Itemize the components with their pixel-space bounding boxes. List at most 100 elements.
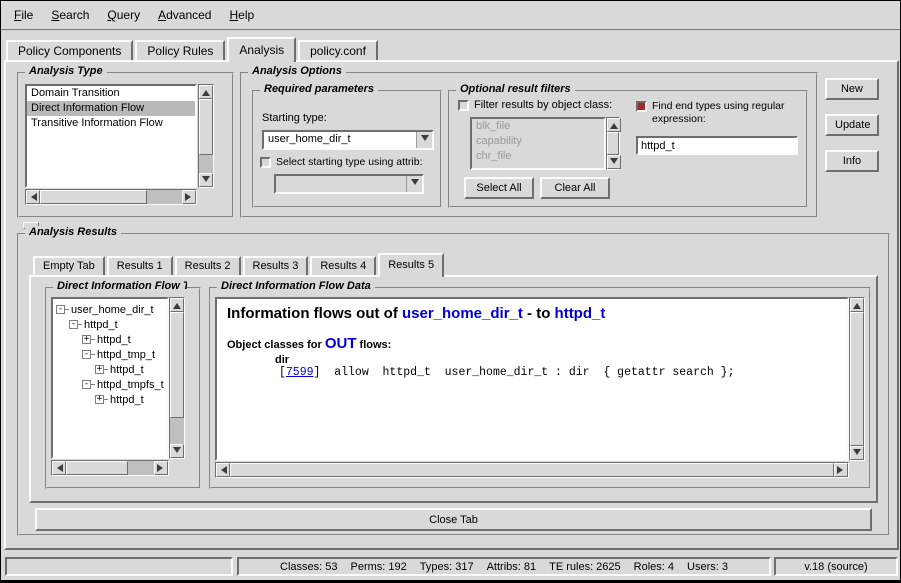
flow-data-text[interactable]: Information flows out of user_home_dir_t… <box>215 297 849 461</box>
flow-data-vscrollbar[interactable] <box>849 297 865 461</box>
tree-node-httpd-t[interactable]: + httpd_t <box>56 362 167 377</box>
status-stat: TE rules: 2625 <box>549 561 621 573</box>
object-class-vscrollbar[interactable] <box>606 117 620 170</box>
regex-checkbox[interactable] <box>636 101 647 112</box>
scrollbar-thumb[interactable] <box>199 99 213 155</box>
scroll-right-button[interactable] <box>182 190 196 204</box>
scroll-right-button[interactable] <box>834 463 848 477</box>
analysis-type-vscrollbar[interactable] <box>198 84 214 188</box>
results-tab-results-3[interactable]: Results 3 <box>243 256 309 275</box>
collapse-icon[interactable]: - <box>82 350 91 359</box>
new-button[interactable]: New <box>825 78 879 100</box>
tree-node-label[interactable]: httpd_t <box>82 319 118 331</box>
filter-by-class-checkbox[interactable] <box>458 100 469 111</box>
scroll-up-button[interactable] <box>170 298 184 312</box>
scrollbar-thumb[interactable] <box>850 312 864 446</box>
scroll-down-button[interactable] <box>850 446 864 460</box>
analysis-type-item-transitive-information-flow[interactable]: Transitive Information Flow <box>27 116 195 131</box>
scroll-up-button[interactable] <box>199 85 213 99</box>
select-all-button[interactable]: Select All <box>464 177 534 199</box>
scrollbar-thumb[interactable] <box>230 463 834 477</box>
scrollbar-trough[interactable] <box>66 461 154 475</box>
tree-node-label[interactable]: httpd_t <box>95 334 131 346</box>
tab-policy-components[interactable]: Policy Components <box>6 40 133 60</box>
analysis-type-item-direct-information-flow[interactable]: Direct Information Flow <box>27 101 195 116</box>
scrollbar-trough[interactable] <box>199 99 213 173</box>
tab-analysis[interactable]: Analysis <box>227 37 296 62</box>
scrollbar-trough[interactable] <box>40 190 182 204</box>
collapse-icon[interactable]: - <box>82 380 91 389</box>
scroll-up-button[interactable] <box>850 298 864 312</box>
collapse-icon[interactable]: - <box>56 305 65 314</box>
tree-node-label[interactable]: httpd_t <box>108 364 144 376</box>
scrollbar-thumb[interactable] <box>66 461 128 475</box>
scroll-down-button[interactable] <box>607 155 621 169</box>
tree-node-httpd-tmpfs-t[interactable]: -httpd_tmpfs_t <box>56 377 167 392</box>
scrollbar-trough[interactable] <box>850 312 864 446</box>
tree-node-label[interactable]: httpd_tmp_t <box>95 349 155 361</box>
scroll-left-button[interactable] <box>52 461 66 475</box>
results-tab-empty-tab[interactable]: Empty Tab <box>33 256 105 275</box>
tree-node-label[interactable]: user_home_dir_t <box>69 304 154 316</box>
expand-icon[interactable]: + <box>82 335 91 344</box>
flow-tree-hscrollbar[interactable] <box>51 460 169 476</box>
scrollbar-thumb[interactable] <box>607 132 619 155</box>
analysis-type-hscrollbar[interactable] <box>25 189 197 205</box>
heading-prefix: Information flows out of <box>227 305 402 322</box>
starting-type-value[interactable]: user_home_dir_t <box>264 132 416 148</box>
collapse-icon[interactable]: - <box>69 320 78 329</box>
tree-node-label[interactable]: httpd_tmpfs_t <box>95 379 164 391</box>
scrollbar-trough[interactable] <box>607 132 619 155</box>
menu-help[interactable]: Help <box>220 4 263 26</box>
results-tab-results-2[interactable]: Results 2 <box>175 256 241 275</box>
scrollbar-thumb[interactable] <box>40 190 147 204</box>
filter-by-class-checkbox-row[interactable]: Filter results by object class: <box>458 99 612 111</box>
starting-type-combobox[interactable]: user_home_dir_t <box>262 130 434 150</box>
scrollbar-thumb[interactable] <box>170 312 184 418</box>
info-button[interactable]: Info <box>825 150 879 172</box>
tab-policy-conf[interactable]: policy.conf <box>298 40 378 60</box>
status-left-panel <box>5 557 233 576</box>
results-tab-results-4[interactable]: Results 4 <box>310 256 376 275</box>
scrollbar-trough[interactable] <box>170 312 184 444</box>
scroll-right-button[interactable] <box>154 461 168 475</box>
regex-input[interactable] <box>636 136 798 155</box>
tree-node-label[interactable]: httpd_t <box>108 394 144 406</box>
scroll-down-button[interactable] <box>170 444 184 458</box>
flow-data-hscrollbar[interactable] <box>215 462 849 478</box>
scroll-left-button[interactable] <box>26 190 40 204</box>
scroll-left-button[interactable] <box>216 463 230 477</box>
menu-search[interactable]: Search <box>42 4 98 26</box>
tree-node-httpd-t[interactable]: + httpd_t <box>56 332 167 347</box>
results-tab-results-1[interactable]: Results 1 <box>107 256 173 275</box>
starting-type-dropdown-button[interactable] <box>416 132 432 148</box>
classes-line-suffix: flows: <box>357 339 392 351</box>
menu-query[interactable]: Query <box>98 4 149 26</box>
close-tab-button[interactable]: Close Tab <box>35 508 872 531</box>
scroll-up-button[interactable] <box>607 118 621 132</box>
tab-policy-rules[interactable]: Policy Rules <box>135 40 225 60</box>
regex-checkbox-row[interactable]: Find end types using regular expression: <box>636 100 804 126</box>
results-tab-results-5[interactable]: Results 5 <box>378 253 444 277</box>
flow-tree[interactable]: -user_home_dir_t-httpd_t+httpd_t-httpd_t… <box>51 297 169 459</box>
menu-advanced[interactable]: Advanced <box>149 4 220 26</box>
analysis-type-listbox[interactable]: Domain TransitionDirect Information Flow… <box>25 84 197 188</box>
clear-all-button[interactable]: Clear All <box>540 177 610 199</box>
expand-icon[interactable]: + <box>95 365 104 374</box>
classes-line-prefix: Object classes for <box>227 339 325 351</box>
analysis-type-item-domain-transition[interactable]: Domain Transition <box>27 86 195 101</box>
rule-number-link[interactable]: 7599 <box>286 366 314 379</box>
tree-node-httpd-t[interactable]: + httpd_t <box>56 392 167 407</box>
attrib-checkbox-row[interactable]: Select starting type using attrib: <box>260 156 442 168</box>
flow-tree-vscrollbar[interactable] <box>169 297 185 459</box>
tree-node-httpd-t[interactable]: -httpd_t <box>56 317 167 332</box>
scrollbar-trough[interactable] <box>230 463 834 477</box>
expand-icon[interactable]: + <box>95 395 104 404</box>
attrib-checkbox[interactable] <box>260 157 271 168</box>
tree-node-httpd-tmp-t[interactable]: -httpd_tmp_t <box>56 347 167 362</box>
scroll-down-button[interactable] <box>199 173 213 187</box>
menu-file[interactable]: File <box>5 4 42 26</box>
update-button[interactable]: Update <box>825 114 879 136</box>
heading-source-type: user_home_dir_t <box>402 305 523 322</box>
tree-node-user-home-dir-t[interactable]: -user_home_dir_t <box>56 302 167 317</box>
